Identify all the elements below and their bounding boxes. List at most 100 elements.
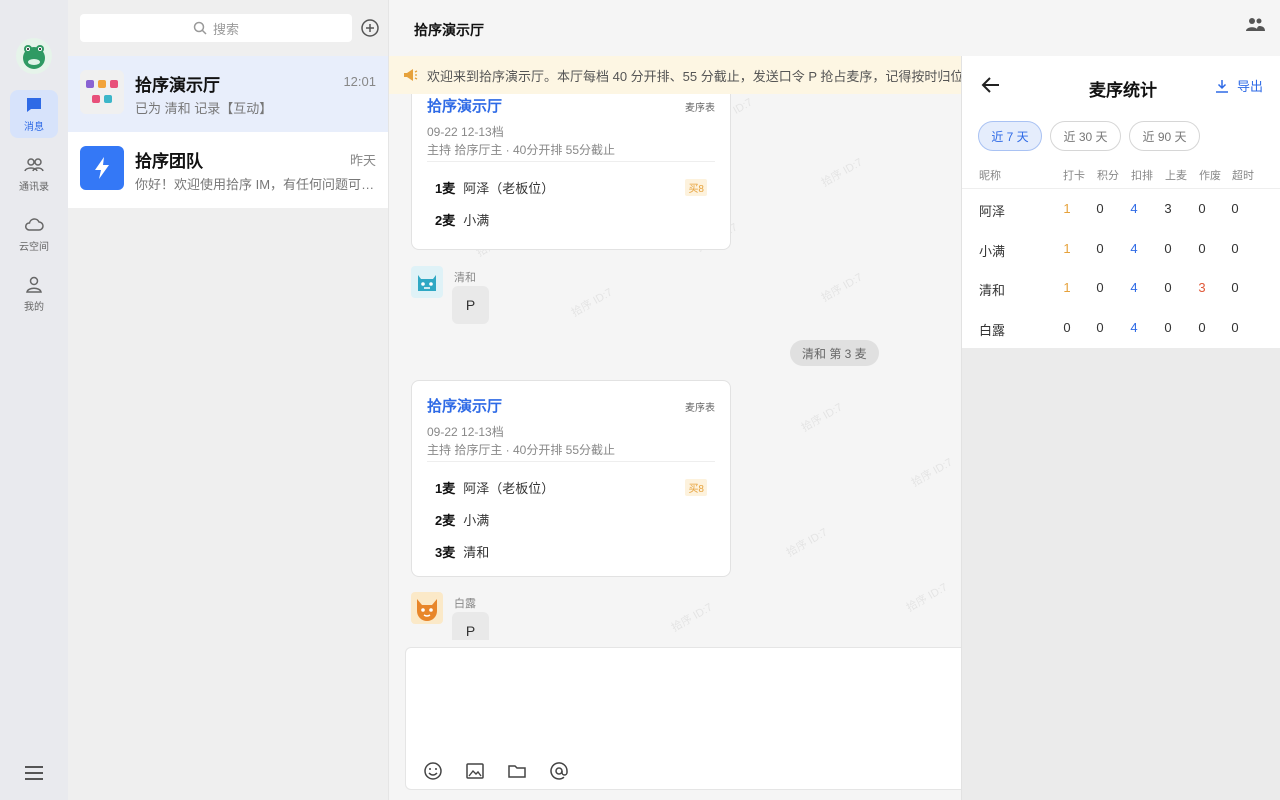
announcement-bar[interactable]: 欢迎来到拾序演示厅。本厅每档 40 分开排、55 分截止，发送口令 P 抢占麦序… [389, 56, 961, 94]
nav-item-messages[interactable]: 消息 [10, 90, 58, 138]
back-arrow-icon[interactable] [981, 76, 1001, 94]
add-icon[interactable] [360, 18, 380, 38]
card-date: 09-22 12-13档 [427, 125, 504, 139]
card-divider [427, 461, 715, 462]
column-header: 昵称 [979, 170, 1001, 182]
watermark: 拾序 ID:7 [819, 156, 865, 190]
watermark: 拾序 ID:7 [669, 601, 715, 635]
timeout-count: 0 [1231, 241, 1239, 256]
sender-name: 清和 [454, 272, 476, 284]
column-header: 打卡 [1063, 170, 1085, 182]
mic-slot-row: 1麦 阿泽（老板位） [435, 178, 554, 197]
buy-badge: 买8 [685, 179, 707, 196]
cat-avatar-icon [418, 275, 436, 291]
group-avatar [80, 70, 124, 114]
deduct-count: 4 [1130, 241, 1138, 256]
message-list: 拾序 ID:7 拾序 ID:7 拾序 ID:7 拾序 ID:7 拾序 ID:7 … [389, 94, 961, 640]
checkin-count: 1 [1063, 201, 1071, 216]
chat-header: 拾序演示厅 [389, 0, 1280, 56]
conversation-time: 昨天 [349, 153, 376, 168]
export-button[interactable]: 导出 [1215, 76, 1263, 95]
message-bubble[interactable]: P [452, 612, 489, 640]
column-header: 扣排 [1131, 170, 1153, 182]
avatar[interactable] [411, 592, 443, 624]
image-icon[interactable] [465, 761, 485, 781]
column-header: 积分 [1097, 170, 1119, 182]
onmic-count: 0 [1164, 320, 1172, 335]
nav-label: 通讯录 [19, 182, 49, 193]
conversation-preview: 已为 清和 记录【互动】 [135, 101, 273, 116]
nav-item-me[interactable]: 我的 [10, 270, 58, 318]
card-host: 主持 拾序厅主 · 40分开排 55分截止 [427, 143, 616, 157]
folder-icon[interactable] [507, 761, 527, 781]
search-input[interactable]: 搜索 [80, 14, 352, 42]
points-count: 0 [1096, 201, 1104, 216]
mic-order-card[interactable]: 拾序演示厅 麦序表 09-22 12-13档 主持 拾序厅主 · 40分开排 5… [411, 380, 731, 577]
nav-item-contacts[interactable]: 通讯录 [10, 150, 58, 198]
table-row[interactable]: 阿泽 1 0 4 3 0 0 [962, 189, 1280, 229]
message-input[interactable] [406, 648, 961, 748]
column-header: 上麦 [1165, 170, 1187, 182]
slot-number: 2麦 [435, 213, 456, 228]
frog-logo-icon [23, 45, 45, 69]
conversation-preview: 你好！欢迎使用拾序 IM，有任何问题可随时联系我们 [135, 177, 377, 192]
range-30d[interactable]: 近 30 天 [1050, 121, 1121, 151]
nav-label: 我的 [24, 302, 44, 313]
group-avatar-icon [86, 80, 118, 103]
export-label: 导出 [1236, 79, 1263, 94]
conversation-item[interactable]: 拾序演示厅 12:01 已为 清和 记录【互动】 [68, 56, 388, 132]
column-header: 超时 [1232, 170, 1254, 182]
buy-badge: 买8 [685, 479, 707, 496]
card-tag: 麦序表 [685, 103, 715, 114]
nav-item-cloud[interactable]: 云空间 [10, 210, 58, 258]
message-bubble[interactable]: P [452, 286, 489, 324]
slot-name: 阿泽（老板位） [463, 181, 555, 196]
table-row[interactable]: 小满 1 0 4 0 0 0 [962, 229, 1280, 269]
conversation-item[interactable]: 拾序团队 昨天 你好！欢迎使用拾序 IM，有任何问题可随时联系我们 [68, 132, 388, 208]
chat-icon [27, 98, 41, 112]
watermark: 拾序 ID:7 [569, 286, 615, 320]
member-name: 阿泽 [979, 204, 1006, 219]
chat-title: 拾序演示厅 [414, 22, 484, 38]
conversation-name: 拾序团队 [135, 152, 203, 171]
onmic-count: 3 [1164, 201, 1172, 216]
nav-label: 云空间 [19, 242, 49, 253]
chat-panel: 拾序演示厅 欢迎来到拾序演示厅。本厅每档 40 分开排、55 分截止，发送口令 … [388, 0, 1280, 800]
member-name: 清和 [979, 283, 1006, 298]
stats-card: 麦序统计 导出 近 7 天 近 30 天 近 90 天 昵称 打卡 积分 扣排 … [962, 56, 1280, 348]
emoji-icon[interactable] [423, 761, 443, 781]
table-row[interactable]: 清和 1 0 4 0 3 0 [962, 268, 1280, 308]
menu-icon[interactable] [22, 762, 46, 784]
column-header: 作废 [1199, 170, 1221, 182]
mic-slot-row: 1麦 阿泽（老板位） [435, 478, 554, 497]
system-message: 清和 第 3 麦 [790, 340, 879, 366]
timeout-count: 0 [1231, 280, 1239, 295]
avatar[interactable] [411, 266, 443, 298]
slot-name: 清和 [463, 545, 490, 560]
timeout-count: 0 [1231, 320, 1239, 335]
member-name: 小满 [979, 244, 1006, 259]
table-row[interactable]: 白露 0 0 4 0 0 0 [962, 308, 1280, 348]
megaphone-icon [404, 69, 418, 81]
watermark: 拾序 ID:7 [909, 456, 955, 490]
stats-title: 麦序统计 [1089, 81, 1157, 100]
slot-name: 小满 [463, 513, 490, 528]
range-7d[interactable]: 近 7 天 [978, 121, 1042, 151]
range-90d[interactable]: 近 90 天 [1129, 121, 1200, 151]
mention-icon[interactable] [549, 761, 569, 781]
watermark: 拾序 ID:7 [819, 271, 865, 305]
checkin-count: 1 [1063, 280, 1071, 295]
void-count: 0 [1198, 320, 1206, 335]
card-divider [427, 161, 715, 162]
member-name: 白露 [979, 323, 1006, 338]
conversation-list: 搜索 拾序演示厅 12:01 已为 清和 记录【互动】 拾序团队 昨天 你好！欢… [68, 0, 388, 800]
card-tag: 麦序表 [685, 403, 715, 414]
announcement-text: 欢迎来到拾序演示厅。本厅每档 40 分开排、55 分截止，发送口令 P 抢占麦序… [427, 68, 961, 84]
onmic-count: 0 [1164, 280, 1172, 295]
card-host: 主持 拾序厅主 · 40分开排 55分截止 [427, 443, 616, 457]
mic-slot-row: 2麦 小满 [435, 510, 489, 529]
mic-order-card[interactable]: 拾序演示厅 麦序表 09-22 12-13档 主持 拾序厅主 · 40分开排 5… [411, 94, 731, 250]
members-icon[interactable] [1245, 16, 1265, 32]
search-icon [193, 21, 207, 35]
conversation-time: 12:01 [343, 74, 376, 89]
